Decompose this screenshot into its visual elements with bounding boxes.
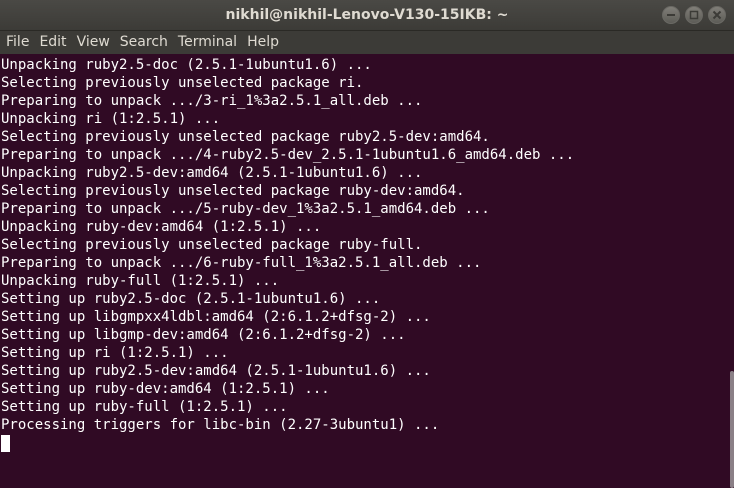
terminal-line: Unpacking ruby2.5-doc (2.5.1-1ubuntu1.6)… bbox=[1, 57, 372, 73]
menu-file[interactable]: File bbox=[6, 31, 29, 54]
terminal-line: Setting up ruby2.5-dev:amd64 (2.5.1-1ubu… bbox=[1, 363, 431, 379]
menu-edit[interactable]: Edit bbox=[39, 31, 66, 54]
minimize-button[interactable] bbox=[662, 6, 680, 24]
close-icon bbox=[712, 10, 722, 20]
terminal-line: Setting up ruby2.5-doc (2.5.1-1ubuntu1.6… bbox=[1, 291, 381, 307]
terminal-line: Setting up libgmp-dev:amd64 (2:6.1.2+dfs… bbox=[1, 327, 406, 343]
terminal-line: Selecting previously unselected package … bbox=[1, 237, 423, 253]
menu-terminal[interactable]: Terminal bbox=[178, 31, 237, 54]
terminal-line: Preparing to unpack .../5-ruby-dev_1%3a2… bbox=[1, 201, 490, 217]
maximize-icon bbox=[689, 10, 699, 20]
menu-bar: File Edit View Search Terminal Help bbox=[0, 31, 734, 54]
terminal-line: Selecting previously unselected package … bbox=[1, 129, 490, 145]
terminal-line: Preparing to unpack .../3-ri_1%3a2.5.1_a… bbox=[1, 93, 423, 109]
terminal-line: Setting up ruby-dev:amd64 (1:2.5.1) ... bbox=[1, 381, 330, 397]
terminal-line: Preparing to unpack .../6-ruby-full_1%3a… bbox=[1, 255, 482, 271]
window-title: nikhil@nikhil-Lenovo-V130-15IKB: ~ bbox=[225, 7, 509, 23]
text-cursor bbox=[1, 435, 10, 452]
title-bar[interactable]: nikhil@nikhil-Lenovo-V130-15IKB: ~ bbox=[0, 0, 734, 31]
close-button[interactable] bbox=[708, 6, 726, 24]
terminal-line: Setting up libgmpxx4ldbl:amd64 (2:6.1.2+… bbox=[1, 309, 431, 325]
terminal-line: Unpacking ri (1:2.5.1) ... bbox=[1, 111, 221, 127]
terminal-line: Setting up ruby-full (1:2.5.1) ... bbox=[1, 399, 288, 415]
terminal-window: nikhil@nikhil-Lenovo-V130-15IKB: ~ File bbox=[0, 0, 734, 488]
terminal-line: Processing triggers for libc-bin (2.27-3… bbox=[1, 417, 440, 433]
window-controls bbox=[662, 6, 726, 24]
terminal-line: Unpacking ruby-full (1:2.5.1) ... bbox=[1, 273, 280, 289]
menu-search[interactable]: Search bbox=[120, 31, 168, 54]
prompt-line bbox=[1, 434, 734, 452]
terminal-line: Preparing to unpack .../4-ruby2.5-dev_2.… bbox=[1, 147, 575, 163]
terminal-line: Selecting previously unselected package … bbox=[1, 75, 364, 91]
menu-view[interactable]: View bbox=[77, 31, 110, 54]
terminal-line: Unpacking ruby2.5-dev:amd64 (2.5.1-1ubun… bbox=[1, 165, 423, 181]
minimize-icon bbox=[667, 14, 675, 16]
terminal-scrollbar[interactable] bbox=[730, 371, 734, 488]
terminal-output[interactable]: Unpacking ruby2.5-doc (2.5.1-1ubuntu1.6)… bbox=[0, 54, 734, 488]
terminal-line: Selecting previously unselected package … bbox=[1, 183, 465, 199]
menu-help[interactable]: Help bbox=[247, 31, 279, 54]
terminal-line: Unpacking ruby-dev:amd64 (1:2.5.1) ... bbox=[1, 219, 322, 235]
maximize-button[interactable] bbox=[685, 6, 703, 24]
terminal-line: Setting up ri (1:2.5.1) ... bbox=[1, 345, 229, 361]
